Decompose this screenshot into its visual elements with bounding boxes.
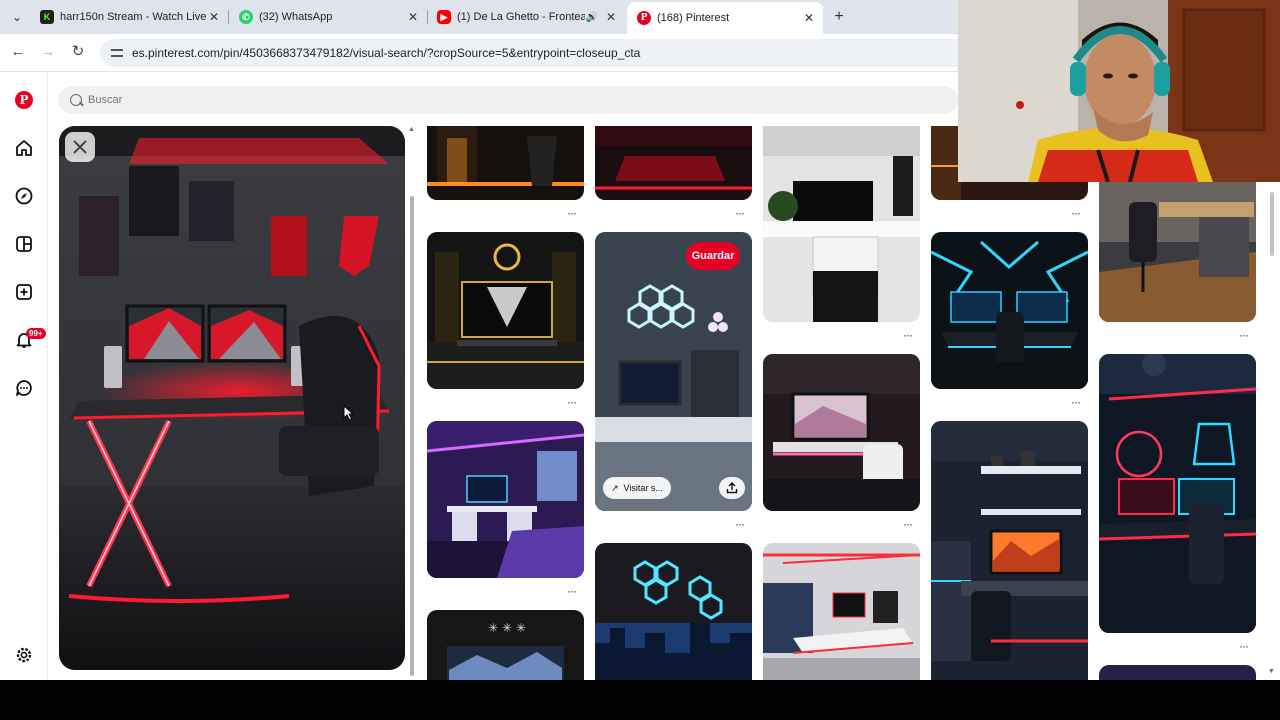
pin-more-options-icon[interactable]: ··· <box>1071 206 1081 220</box>
site-info-icon[interactable] <box>110 46 124 60</box>
pin-more-options-icon[interactable]: ··· <box>567 206 577 220</box>
messages-icon[interactable] <box>14 378 34 398</box>
scroll-up-arrow-icon[interactable]: ▲ <box>408 126 415 133</box>
search-bar[interactable] <box>58 86 958 114</box>
search-input[interactable] <box>88 94 688 106</box>
webcam-overlay <box>958 0 1280 182</box>
search-icon <box>70 94 82 106</box>
pin-image[interactable] <box>763 354 920 511</box>
pin-image[interactable] <box>427 126 584 200</box>
reload-icon[interactable]: ↻ <box>68 42 88 62</box>
save-button[interactable]: Guardar <box>686 242 740 270</box>
home-icon[interactable] <box>14 138 34 158</box>
share-button[interactable] <box>719 477 745 499</box>
pin-image[interactable] <box>931 232 1088 389</box>
tab-title: (32) WhatsApp <box>259 11 333 23</box>
close-closeup-button[interactable] <box>65 132 95 162</box>
visit-site-button[interactable]: ↗ Visitar s... <box>603 477 671 499</box>
svg-text:✳ ✳ ✳: ✳ ✳ ✳ <box>488 621 526 635</box>
share-icon <box>726 482 738 494</box>
closeup-scrollbar[interactable]: ▲ <box>408 126 416 680</box>
pin-more-options-icon[interactable]: ··· <box>903 328 913 342</box>
scroll-down-arrow-icon[interactable]: ▼ <box>1268 668 1275 675</box>
pin-more-options-icon[interactable]: ··· <box>567 584 577 598</box>
closeup-pin-image[interactable] <box>59 126 405 670</box>
pin-image[interactable] <box>427 232 584 389</box>
back-arrow-icon[interactable]: ← <box>8 42 28 62</box>
pin-more-options-icon[interactable]: ··· <box>735 517 745 531</box>
youtube-icon: ▶ <box>437 10 451 24</box>
arrow-up-right-icon: ↗ <box>611 482 619 493</box>
address-bar[interactable]: es.pinterest.com/pin/4503668373479182/vi… <box>100 39 980 67</box>
page-scrollbar[interactable]: ▼ <box>1268 182 1276 680</box>
boards-icon[interactable] <box>14 234 34 254</box>
pin-image[interactable]: ✳ ✳ ✳ <box>427 610 584 680</box>
visit-site-label: Visitar s... <box>623 483 663 493</box>
notification-badge: 99+ <box>26 328 46 339</box>
pin-image[interactable] <box>1099 182 1256 322</box>
pin-more-options-icon[interactable]: ··· <box>567 395 577 409</box>
url-text: es.pinterest.com/pin/4503668373479182/vi… <box>132 46 641 60</box>
pin-image[interactable] <box>427 421 584 578</box>
pinterest-logo-icon[interactable]: P <box>14 90 34 110</box>
kick-icon: K <box>40 10 54 24</box>
pin-more-options-icon[interactable]: ··· <box>1071 395 1081 409</box>
tab-title: harr150n Stream - Watch Live o <box>60 11 206 23</box>
settings-gear-icon[interactable] <box>14 645 34 665</box>
pin-more-options-icon[interactable]: ··· <box>1239 328 1249 342</box>
explore-icon[interactable] <box>14 186 34 206</box>
speaker-icon[interactable]: 🔊 <box>585 12 599 23</box>
pin-image[interactable] <box>1099 665 1256 680</box>
tab-close-icon[interactable]: ✕ <box>206 10 222 24</box>
create-icon[interactable] <box>14 282 34 302</box>
tab-kick-stream[interactable]: K harr150n Stream - Watch Live o ✕ <box>30 4 228 30</box>
close-icon <box>73 140 87 154</box>
mouse-cursor-icon <box>343 405 355 421</box>
tab-youtube[interactable]: ▶ (1) De La Ghetto - Frontean 🔊 ✕ <box>427 4 625 30</box>
tab-close-icon[interactable]: ✕ <box>405 10 421 24</box>
pin-image[interactable] <box>931 421 1088 680</box>
whatsapp-icon: ✆ <box>239 10 253 24</box>
pin-image[interactable] <box>595 126 752 200</box>
pin-more-options-icon[interactable]: ··· <box>735 206 745 220</box>
tab-whatsapp[interactable]: ✆ (32) WhatsApp ✕ <box>229 4 427 30</box>
tab-pinterest[interactable]: P (168) Pinterest ✕ <box>627 2 823 34</box>
pin-image-hovered[interactable] <box>595 232 752 511</box>
tab-title: (1) De La Ghetto - Frontean <box>457 11 585 23</box>
pin-image[interactable] <box>763 126 920 322</box>
pin-image[interactable] <box>763 543 920 680</box>
forward-arrow-icon[interactable]: → <box>38 42 58 62</box>
tab-title: (168) Pinterest <box>657 12 730 24</box>
pin-more-options-icon[interactable]: ··· <box>903 517 913 531</box>
tab-close-icon[interactable]: ✕ <box>801 11 817 25</box>
scrollbar-thumb[interactable] <box>410 196 414 676</box>
pin-more-options-icon[interactable]: ··· <box>1239 639 1249 653</box>
new-tab-button[interactable]: + <box>830 7 848 27</box>
tab-close-icon[interactable]: ✕ <box>603 10 619 24</box>
tab-search-chevron-icon[interactable]: ⌄ <box>8 8 26 26</box>
browser-window: ⌄ K harr150n Stream - Watch Live o ✕ ✆ (… <box>0 0 1280 680</box>
pin-image[interactable] <box>1099 354 1256 633</box>
pinterest-sidebar: P 99+ <box>0 73 48 680</box>
scrollbar-thumb[interactable] <box>1270 192 1274 256</box>
pinterest-icon: P <box>637 11 651 25</box>
pin-image[interactable] <box>595 543 752 680</box>
